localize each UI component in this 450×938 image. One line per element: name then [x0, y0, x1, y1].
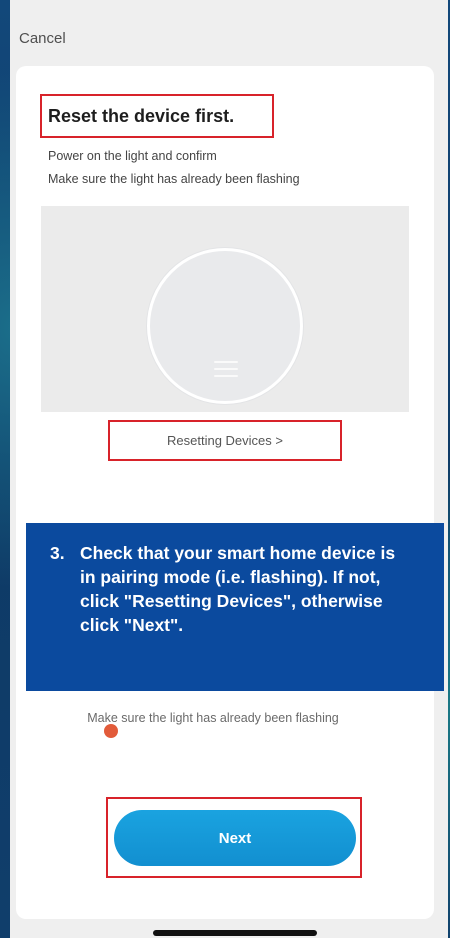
- instruction-text: Check that your smart home device is in …: [80, 543, 396, 635]
- cancel-button[interactable]: Cancel: [19, 30, 66, 47]
- card-subtitle-1: Power on the light and confirm: [48, 149, 217, 163]
- light-bulb-icon: [147, 248, 303, 404]
- home-indicator: [153, 930, 317, 936]
- card-subtitle-2: Make sure the light has already been fla…: [48, 172, 300, 186]
- light-stripes: [214, 361, 238, 382]
- card-title: Reset the device first.: [48, 106, 235, 126]
- flashing-warning: Make sure the light has already been fla…: [87, 711, 339, 725]
- reset-card: Reset the device first. Power on the lig…: [16, 66, 434, 919]
- device-illustration: [41, 206, 409, 412]
- resetting-devices-link[interactable]: Resetting Devices >: [108, 420, 342, 461]
- step-number: 3.: [50, 543, 65, 563]
- instruction-callout: 3. Check that your smart home device is …: [26, 523, 444, 691]
- next-button[interactable]: Next: [114, 810, 356, 866]
